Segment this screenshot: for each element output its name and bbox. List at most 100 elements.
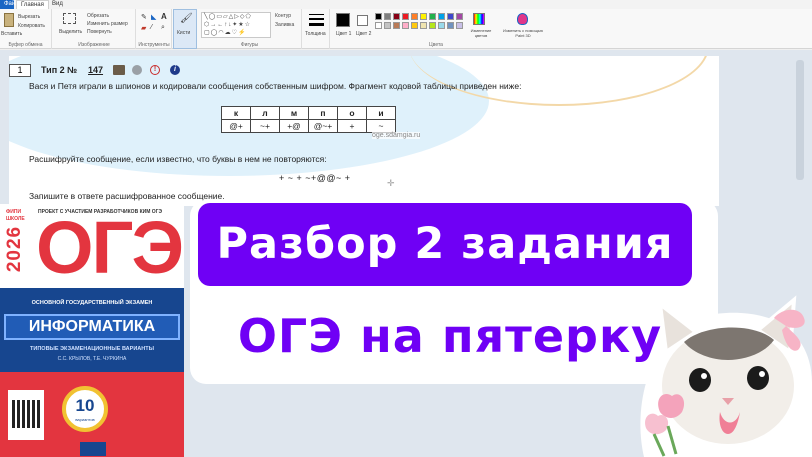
table-row-codes: @+ ~+ +@ @~+ + ~: [221, 119, 396, 133]
brushes-button[interactable]: 🖌 Кисти: [173, 9, 197, 49]
crosshair-cursor-icon: ✛: [387, 178, 395, 188]
palette-swatch[interactable]: [393, 13, 400, 20]
book-badge-label: вариантов: [75, 417, 95, 422]
color2-swatch[interactable]: [357, 15, 368, 26]
palette-swatch[interactable]: [375, 22, 382, 29]
status-icon[interactable]: [132, 65, 142, 75]
zoom-icon[interactable]: ⌕: [161, 24, 165, 32]
shapes-gallery[interactable]: ╲◯▭▱△▷◇⬠ ⬡→←↑↓✦★☆ ▢◯◠☁♡⚡: [201, 12, 271, 38]
palette-swatch[interactable]: [429, 13, 436, 20]
resize-button[interactable]: Изменить размер: [87, 21, 128, 27]
fill-button[interactable]: Заливка: [275, 22, 294, 28]
palette-swatch[interactable]: [438, 13, 445, 20]
table-cell: ~+: [250, 119, 280, 133]
size-label: Толщина: [305, 31, 326, 37]
palette-swatch[interactable]: [420, 22, 427, 29]
code-table: к л м п о и @+ ~+ +@ @~+ + ~: [221, 106, 396, 133]
select-button[interactable]: Выделить: [59, 29, 82, 35]
tab-home[interactable]: Главная: [16, 0, 49, 9]
table-row-letters: к л м п о и: [221, 106, 396, 120]
table-cell: ~: [366, 119, 396, 133]
report-icon[interactable]: !: [150, 65, 160, 75]
video-icon[interactable]: [113, 65, 125, 75]
watermark: oge.sdamgia.ru: [372, 132, 421, 139]
table-cell: м: [279, 106, 309, 120]
table-cell: п: [308, 106, 338, 120]
group-colors: Цвет 1 Цвет 2 Изменение цветов Изменить …: [331, 9, 543, 49]
vertical-scrollbar[interactable]: [796, 60, 804, 180]
title-banner: Разбор 2 задания: [198, 203, 692, 286]
palette-swatch[interactable]: [375, 13, 382, 20]
text-icon[interactable]: A: [161, 12, 167, 21]
paint3d-button[interactable]: Изменить с помощью Paint 3D: [501, 28, 545, 38]
task-text-decode: Расшифруйте сообщение, если известно, чт…: [29, 154, 327, 164]
palette-swatch[interactable]: [393, 22, 400, 29]
book-cover-top: ФИПИ ШКОЛЕ ПРОЕКТ С УЧАСТИЕМ РАЗРАБОТЧИКО…: [0, 204, 184, 289]
edit-colors-icon[interactable]: [473, 13, 485, 25]
brush-icon: 🖌: [180, 13, 193, 24]
rotate-button[interactable]: Повернуть: [87, 29, 112, 35]
size-button[interactable]: Толщина: [303, 9, 330, 49]
book-badge-number: 10: [75, 396, 95, 415]
book-exam: ОСНОВНОЙ ГОСУДАРСТВЕННЫЙ ЭКЗАМЕН: [31, 300, 153, 306]
palette-swatch[interactable]: [429, 22, 436, 29]
paste-button[interactable]: Вставить: [1, 31, 22, 37]
select-icon[interactable]: [63, 13, 76, 24]
book-qr: [8, 390, 44, 440]
palette-swatch[interactable]: [384, 13, 391, 20]
fill-icon[interactable]: ◣: [151, 13, 156, 21]
palette-swatch[interactable]: [438, 22, 445, 29]
palette-swatch[interactable]: [447, 13, 454, 20]
encoded-message: + ~ + ~+@@~ +: [279, 173, 351, 183]
edit-colors-button[interactable]: Изменение цветов: [467, 28, 495, 38]
palette-swatch[interactable]: [411, 22, 418, 29]
table-cell: и: [366, 106, 396, 120]
group-clipboard: Вставить Вырезать Копировать Буфер обмен…: [0, 9, 52, 49]
picker-icon[interactable]: ⁄: [151, 24, 152, 31]
qr-code-icon: [12, 400, 40, 428]
book-authors: С.С. КРЫЛОВ, Т.Е. ЧУРКИНА: [57, 356, 127, 362]
eraser-icon[interactable]: ▰: [141, 24, 146, 32]
book-variants: ТИПОВЫЕ ЭКЗАМЕНАЦИОННЫЕ ВАРИАНТЫ: [30, 346, 154, 352]
paint3d-icon[interactable]: [517, 13, 528, 25]
palette-swatch[interactable]: [411, 13, 418, 20]
book-badge: 10 вариантов: [62, 386, 108, 432]
pencil-icon[interactable]: ✎: [141, 13, 147, 21]
copy-button[interactable]: Копировать: [18, 23, 45, 29]
crop-button[interactable]: Обрезать: [87, 13, 109, 19]
task-page: 1 Тип 2 № 147 ! i Вася и Петя играли в ш…: [9, 56, 719, 206]
book-footer-icon: [80, 442, 106, 456]
task-number: 1: [9, 64, 31, 77]
paste-icon[interactable]: [4, 13, 14, 27]
palette-swatch[interactable]: [402, 13, 409, 20]
book-fipi-logo: ФИПИ ШКОЛЕ: [6, 209, 25, 222]
outline-button[interactable]: Контур: [275, 13, 291, 19]
table-cell: @+: [221, 119, 251, 133]
palette-swatch[interactable]: [402, 22, 409, 29]
brushes-label: Кисти: [177, 30, 191, 36]
group-clipboard-label: Буфер обмена: [8, 42, 43, 48]
table-cell: к: [221, 106, 251, 120]
screen: Файл Главная Вид Вставить Вырезать Копир…: [0, 0, 812, 457]
palette-swatch[interactable]: [456, 22, 463, 29]
book-title: ОГЭ: [36, 206, 184, 289]
palette-swatch[interactable]: [420, 13, 427, 20]
tab-view[interactable]: Вид: [48, 0, 67, 9]
ribbon: Вставить Вырезать Копировать Буфер обмен…: [0, 9, 812, 49]
table-cell: о: [337, 106, 367, 120]
group-shapes-label: Фигуры: [240, 42, 259, 48]
group-colors-label: Цвета: [429, 42, 443, 48]
palette-swatch[interactable]: [456, 13, 463, 20]
cut-button[interactable]: Вырезать: [18, 14, 40, 20]
task-text-answer: Запишите в ответе расшифрованное сообщен…: [29, 191, 225, 201]
info-icon[interactable]: i: [170, 65, 180, 75]
book-subject-box: ИНФОРМАТИКА: [4, 314, 180, 340]
banner-title: Разбор 2 задания: [216, 219, 674, 269]
book-subject: ИНФОРМАТИКА: [28, 318, 156, 335]
task-text-intro: Вася и Петя играли в шпионов и кодировал…: [29, 81, 522, 91]
tab-file[interactable]: Файл: [0, 0, 19, 9]
palette-swatch[interactable]: [384, 22, 391, 29]
task-id-link[interactable]: 147: [88, 65, 103, 75]
palette-swatch[interactable]: [447, 22, 454, 29]
color1-swatch[interactable]: [336, 13, 350, 27]
